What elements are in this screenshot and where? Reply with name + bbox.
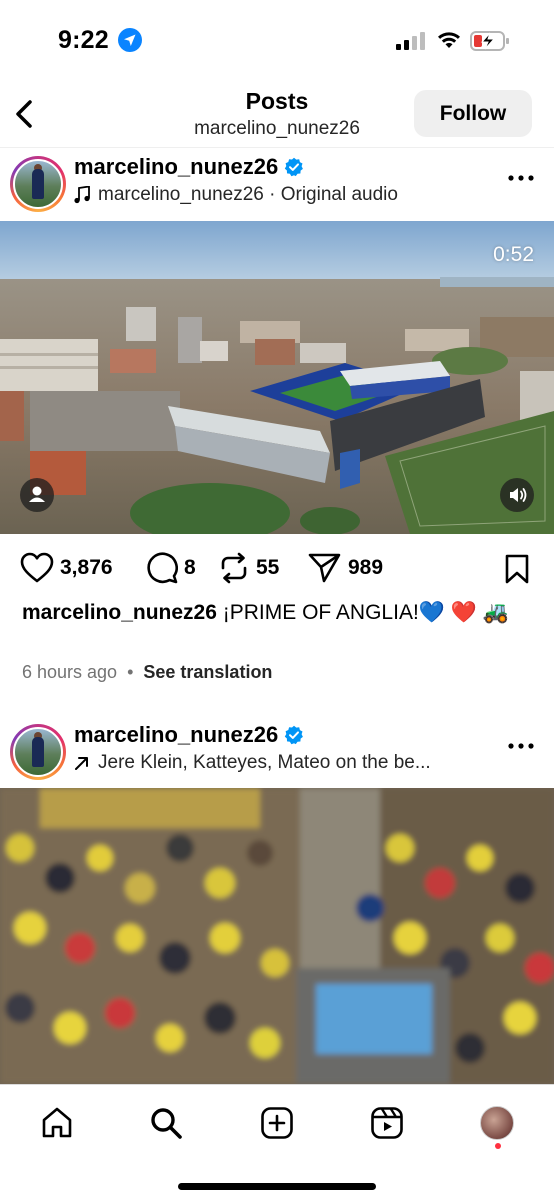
verified-badge-icon: [284, 157, 304, 177]
status-time: 9:22: [58, 26, 109, 54]
status-bar: 9:22: [0, 0, 554, 80]
location-arrow-icon: [118, 28, 142, 52]
send-icon: [308, 553, 341, 583]
create-icon: [261, 1107, 293, 1139]
avatar[interactable]: [10, 156, 66, 212]
repost-action[interactable]: 55: [218, 552, 279, 584]
post-username[interactable]: marcelino_nunez26: [74, 722, 278, 748]
home-icon: [42, 1107, 72, 1138]
bottom-navigation: [0, 1084, 554, 1200]
more-options-icon[interactable]: [508, 174, 534, 182]
heart-icon: [20, 552, 54, 583]
search-icon: [151, 1108, 182, 1139]
post-video[interactable]: 0:52: [0, 221, 554, 534]
repost-count: 55: [256, 556, 280, 579]
verified-badge-icon: [284, 725, 304, 745]
comment-count: 8: [184, 556, 196, 579]
comment-icon: [147, 552, 178, 584]
like-count: 3,876: [60, 556, 113, 579]
see-translation-link[interactable]: See translation: [143, 662, 272, 683]
meta-separator: •: [127, 662, 134, 682]
more-options-icon[interactable]: [508, 742, 534, 750]
post-username[interactable]: marcelino_nunez26: [74, 154, 278, 180]
follow-button[interactable]: Follow: [414, 90, 532, 137]
cellular-signal-icon: [396, 32, 425, 50]
sound-on-icon: [510, 488, 527, 502]
nav-home[interactable]: [37, 1103, 77, 1143]
post-actions: 3,876 8 55 989: [0, 546, 554, 590]
avatar[interactable]: [10, 724, 66, 780]
notification-dot: [495, 1143, 501, 1149]
nav-search[interactable]: [146, 1103, 186, 1143]
like-action[interactable]: 3,876: [20, 552, 113, 584]
stadium-crowd-image: [0, 788, 554, 1084]
post-image[interactable]: [0, 788, 554, 1084]
music-note-icon: [74, 186, 90, 204]
wifi-icon: [438, 32, 460, 48]
tag-arrow-icon: [75, 757, 88, 770]
person-tag-icon: [29, 486, 45, 502]
profile-avatar: [480, 1106, 514, 1140]
tagged-accounts-link[interactable]: Jere Klein, Katteyes, Mateo on the be...: [74, 752, 431, 774]
video-duration: 0:52: [493, 243, 534, 266]
comment-action[interactable]: 8: [146, 552, 196, 584]
stadium-aerial-image: [0, 221, 554, 534]
tagged-accounts-label: Jere Klein, Katteyes, Mateo on the be...: [98, 752, 431, 773]
reels-icon: [371, 1107, 403, 1139]
repost-icon: [221, 552, 247, 584]
post-caption: marcelino_nunez26 ¡PRIME OF ANGLIA!💙 ❤️ …: [22, 598, 532, 628]
home-indicator[interactable]: [178, 1183, 376, 1190]
nav-create[interactable]: [257, 1103, 297, 1143]
post-time: 6 hours ago: [22, 662, 118, 682]
sound-toggle-button[interactable]: [500, 478, 534, 512]
post-header: marcelino_nunez26 marcelino_nunez26 · Or…: [0, 150, 554, 218]
nav-reels[interactable]: [367, 1103, 407, 1143]
posts-header: Posts marcelino_nunez26 Follow: [0, 80, 554, 148]
post-meta: 6 hours ago • See translation: [22, 662, 272, 683]
caption-text: ¡PRIME OF ANGLIA!💙 ❤️ 🚜: [222, 601, 509, 624]
caption-username[interactable]: marcelino_nunez26: [22, 601, 217, 624]
bookmark-icon[interactable]: [504, 554, 530, 584]
share-action[interactable]: 989: [308, 552, 383, 584]
original-audio-link[interactable]: marcelino_nunez26 · Original audio: [74, 184, 398, 206]
post-header: marcelino_nunez26 Jere Klein, Katteyes, …: [0, 718, 554, 786]
nav-profile[interactable]: [477, 1103, 517, 1143]
audio-label: marcelino_nunez26 · Original audio: [98, 184, 398, 205]
battery-charging-icon: [470, 31, 509, 51]
tagged-people-button[interactable]: [20, 478, 54, 512]
share-count: 989: [348, 556, 384, 579]
